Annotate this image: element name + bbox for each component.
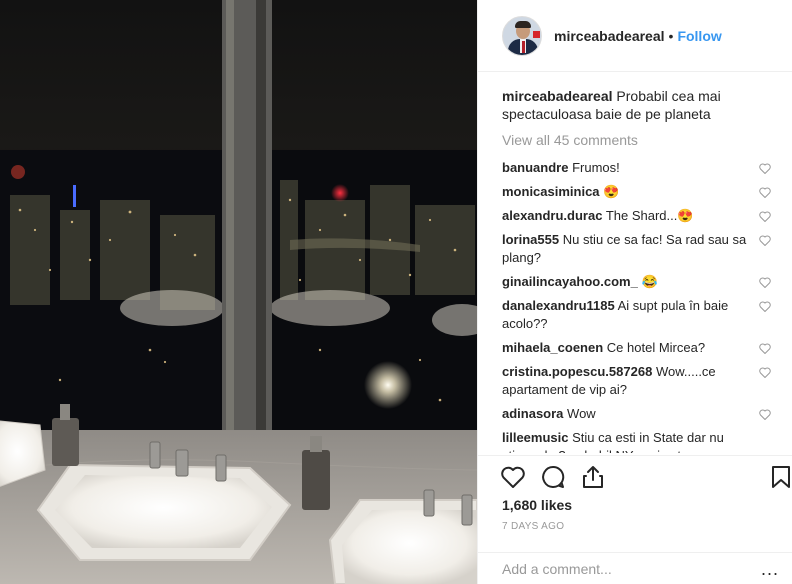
comment-username[interactable]: monicasiminica	[502, 184, 600, 199]
view-all-comments-link[interactable]: View all 45 comments	[502, 131, 771, 149]
heart-small-icon[interactable]	[759, 187, 771, 198]
caption-username[interactable]: mirceabadeareal	[502, 88, 613, 104]
heart-small-icon[interactable]	[759, 163, 771, 174]
heart-small-icon[interactable]	[759, 343, 771, 354]
comment-text: Wow	[567, 406, 596, 421]
comment-username[interactable]: cristina.popescu.587268	[502, 364, 652, 379]
heart-small-icon[interactable]	[759, 235, 771, 246]
comment-username[interactable]: danalexandru1185	[502, 298, 615, 313]
comment-icon[interactable]	[540, 464, 566, 490]
follow-button[interactable]: Follow	[677, 28, 721, 44]
add-comment-bar: ...	[478, 552, 792, 584]
list-item: adinasora Wow	[502, 405, 771, 423]
list-item: danalexandru1185 Ai supt pula în baie ac…	[502, 297, 771, 333]
list-item: monicasiminica 😍	[502, 183, 771, 201]
separator-dot: •	[668, 27, 674, 44]
bookmark-icon[interactable]	[768, 464, 792, 490]
list-item: mihaela_coenen Ce hotel Mircea?	[502, 339, 771, 357]
heart-small-icon[interactable]	[759, 409, 771, 420]
list-item: lilleemusic Stiu ca esti in State dar nu…	[502, 429, 771, 453]
list-item: ginailincayahoo.com_ 😂	[502, 273, 771, 291]
post-timestamp[interactable]: 7 DAYS AGO	[502, 521, 564, 532]
avatar-flag	[533, 30, 540, 38]
list-item: lorina555 Nu stiu ce sa fac! Sa rad sau …	[502, 231, 771, 267]
comment-username[interactable]: mihaela_coenen	[502, 340, 603, 355]
post-photo	[0, 0, 477, 584]
post-actions-bar	[478, 455, 792, 495]
comment-text: Ce hotel Mircea?	[606, 340, 706, 355]
list-item: banuandre Frumos!	[502, 159, 771, 177]
heart-small-icon[interactable]	[759, 301, 771, 312]
comment-text: Frumos!	[572, 160, 620, 175]
likes-count[interactable]: 1,680 likes	[502, 497, 572, 513]
comment-username[interactable]: ginailincayahoo.com_	[502, 274, 638, 289]
avatar-tie	[522, 40, 525, 53]
header-username[interactable]: mirceabadeareal	[554, 28, 665, 44]
bathroom-night-view-image	[0, 0, 477, 584]
post-side-panel: mirceabadeareal • Follow mirceabadeareal…	[477, 0, 792, 584]
list-item: cristina.popescu.587268 Wow.....ce apart…	[502, 363, 771, 399]
avatar[interactable]	[502, 15, 542, 56]
heart-small-icon[interactable]	[759, 367, 771, 378]
list-item: alexandru.durac The Shard...😍	[502, 207, 771, 225]
heart-small-icon[interactable]	[759, 211, 771, 222]
comment-text: 😂	[641, 274, 658, 289]
comment-username[interactable]: banuandre	[502, 160, 568, 175]
comment-username[interactable]: lorina555	[502, 232, 559, 247]
comment-username[interactable]: alexandru.durac	[502, 208, 602, 223]
heart-small-icon[interactable]	[759, 277, 771, 288]
comment-text: 😍	[603, 184, 620, 199]
more-options-button[interactable]: ...	[761, 559, 779, 580]
comment-text: The Shard...😍	[605, 208, 694, 223]
post-caption: mirceabadeareal Probabil cea mai spectac…	[502, 87, 771, 123]
comment-username[interactable]: lilleemusic	[502, 430, 568, 445]
share-icon[interactable]	[580, 464, 606, 490]
heart-icon[interactable]	[500, 464, 526, 490]
add-comment-input[interactable]	[502, 553, 732, 584]
post-header: mirceabadeareal • Follow	[478, 0, 792, 72]
comments-list[interactable]: mirceabadeareal Probabil cea mai spectac…	[478, 73, 792, 453]
comment-username[interactable]: adinasora	[502, 406, 563, 421]
avatar-hair	[515, 20, 531, 28]
